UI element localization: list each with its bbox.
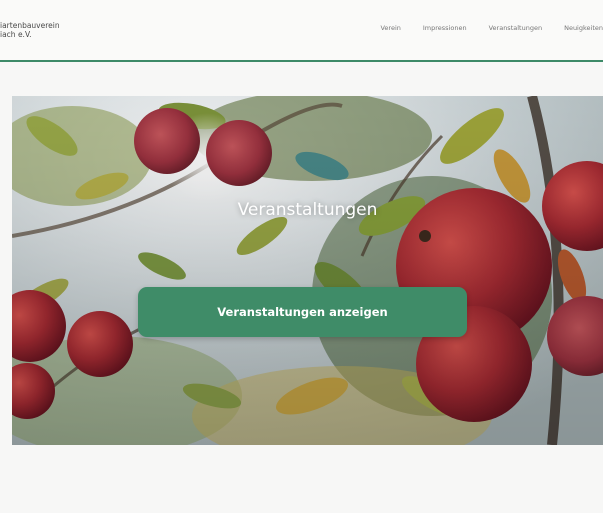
hero-apple-tree-image [12,96,603,445]
logo-line-1: iartenbauverein [0,21,60,30]
page: iartenbauverein iach e.V. Verein Impress… [0,0,603,513]
site-logo[interactable]: iartenbauverein iach e.V. [0,21,60,39]
nav-item-impressionen[interactable]: Impressionen [423,24,467,32]
header-divider [0,60,603,62]
nav-item-veranstaltungen[interactable]: Veranstaltungen [489,24,542,32]
hero-title: Veranstaltungen [237,200,378,220]
logo-line-2: iach e.V. [0,30,32,39]
nav-item-neuigkeiten[interactable]: Neuigkeiten [564,24,603,32]
site-header: iartenbauverein iach e.V. Verein Impress… [0,0,603,62]
hero-banner: Veranstaltungen Veranstaltungen anzeigen [12,96,603,445]
main-nav: Verein Impressionen Veranstaltungen Neui… [358,24,603,32]
nav-item-verein[interactable]: Verein [380,24,400,32]
show-events-button[interactable]: Veranstaltungen anzeigen [138,287,467,337]
